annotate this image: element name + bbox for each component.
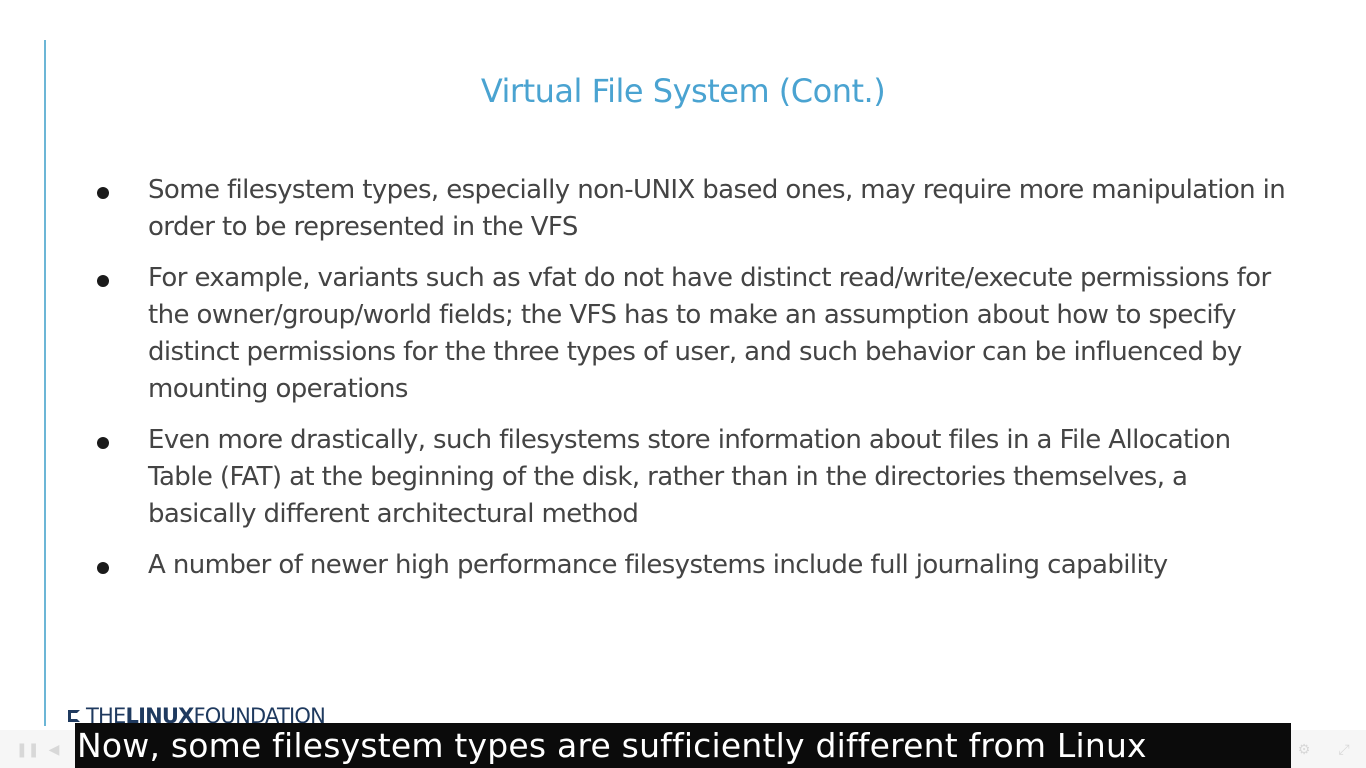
bullet-icon bbox=[97, 437, 109, 449]
caption-text: Now, some filesystem types are sufficien… bbox=[77, 726, 1147, 765]
bullet-icon bbox=[97, 562, 109, 574]
bullet-item: Even more drastically, such filesystems … bbox=[94, 422, 1294, 533]
slide: Virtual File System (Cont.) Some filesys… bbox=[0, 0, 1366, 740]
bullet-icon bbox=[97, 187, 109, 199]
bullet-text: For example, variants such as vfat do no… bbox=[148, 263, 1271, 404]
fullscreen-icon[interactable]: ⤢ bbox=[1336, 742, 1352, 758]
video-player[interactable]: Virtual File System (Cont.) Some filesys… bbox=[0, 0, 1366, 768]
slide-left-rule bbox=[44, 40, 46, 726]
bullet-item: A number of newer high performance files… bbox=[94, 547, 1294, 584]
bullet-text: A number of newer high performance files… bbox=[148, 550, 1168, 580]
logo-mark-icon bbox=[68, 710, 80, 722]
pause-icon[interactable]: ❚❚ bbox=[16, 742, 39, 758]
caption-box: Now, some filesystem types are sufficien… bbox=[75, 723, 1291, 768]
volume-icon[interactable]: ◀ bbox=[46, 742, 62, 758]
bullet-text: Even more drastically, such filesystems … bbox=[148, 425, 1231, 529]
bullet-list: Some filesystem types, especially non-UN… bbox=[94, 172, 1294, 598]
gear-icon[interactable]: ⚙ bbox=[1296, 742, 1312, 758]
bullet-item: For example, variants such as vfat do no… bbox=[94, 260, 1294, 408]
bullet-item: Some filesystem types, especially non-UN… bbox=[94, 172, 1294, 246]
bullet-text: Some filesystem types, especially non-UN… bbox=[148, 175, 1286, 242]
slide-title: Virtual File System (Cont.) bbox=[480, 72, 886, 110]
bullet-icon bbox=[97, 275, 109, 287]
